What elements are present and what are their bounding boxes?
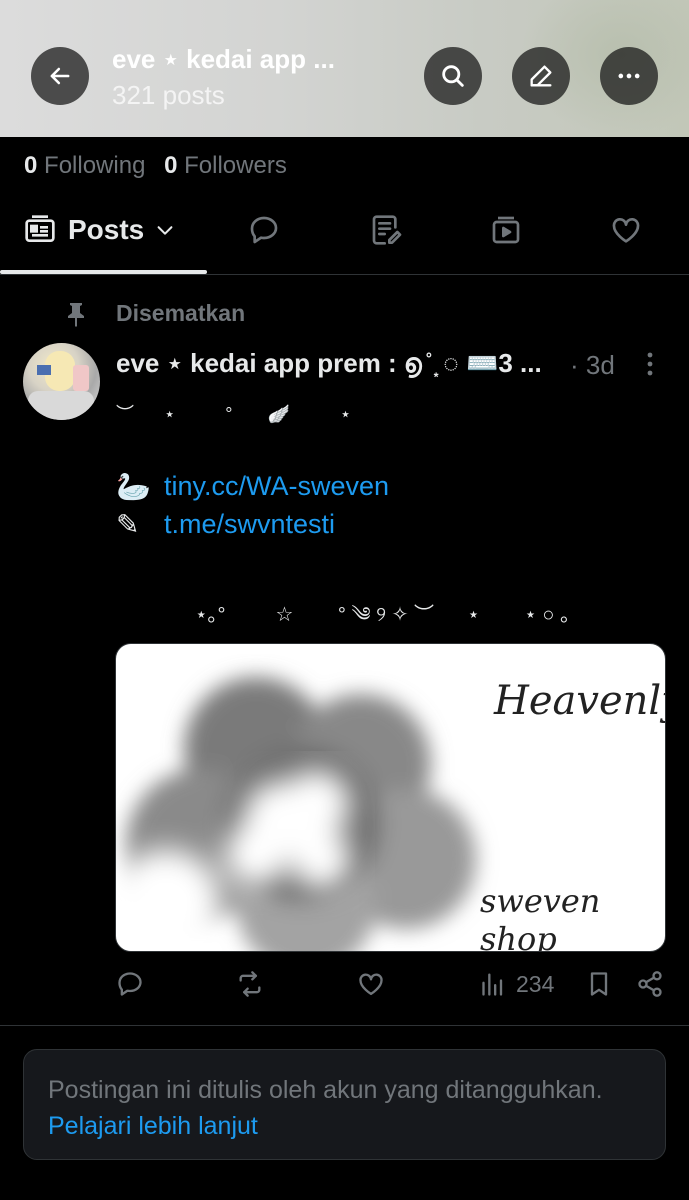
post-link-telegram[interactable]: t.me/swvntesti [164, 509, 335, 540]
header-title: eve ⋆ kedai app ... [112, 44, 335, 74]
learn-more-link[interactable]: Pelajari lebih lanjut [48, 1112, 258, 1140]
arrow-left-icon [50, 67, 70, 85]
post-link-whatsapp[interactable]: tiny.cc/WA-sweven [164, 471, 389, 502]
reply-icon [118, 972, 142, 996]
post-link-telegram-line: ✎ t.me/swvntesti [116, 508, 335, 541]
profile-tabs: Posts [0, 195, 689, 275]
tab-media[interactable] [490, 210, 522, 250]
share-button[interactable] [636, 970, 664, 998]
like-button[interactable] [357, 970, 385, 998]
reply-button[interactable] [116, 970, 144, 998]
views-button[interactable]: 234 [480, 970, 554, 998]
post-timestamp[interactable]: · 3d [570, 350, 615, 381]
post-image[interactable]: Heavenly sweven shop [115, 643, 666, 952]
bar-chart-icon [482, 973, 503, 996]
ellipsis-icon [618, 73, 640, 79]
bookmark-button[interactable] [585, 970, 613, 998]
header-post-count: 321 posts [112, 80, 225, 110]
back-button[interactable] [31, 47, 89, 105]
post-author-name[interactable]: eve ⋆ kedai app prem : ൭ ̊ ͙ ◌ ⌨️3 ... [116, 348, 542, 380]
post-link-whatsapp-line: 🦢 tiny.cc/WA-sweven [116, 470, 389, 503]
article-edit-icon [372, 215, 402, 245]
notice-text: Postingan ini ditulis oleh akun yang dit… [48, 1076, 603, 1104]
more-options-button[interactable] [600, 47, 658, 105]
search-button[interactable] [424, 47, 482, 105]
pinned-label: Disematkan [116, 300, 246, 326]
posts-feed-icon [25, 215, 55, 242]
speech-bubble-icon [250, 216, 278, 244]
tab-replies[interactable] [248, 210, 280, 250]
pinned-indicator: Disematkan [64, 300, 245, 327]
profile-banner [0, 0, 689, 137]
suspended-account-notice: Postingan ini ditulis oleh akun yang dit… [23, 1049, 666, 1160]
chevron-down-icon [157, 226, 173, 235]
avatar[interactable] [23, 343, 100, 420]
post-decoration-line-2: ⋆｡° ☆ ° ༄ ୨ ✧ ︶ ⋆ ⋆ ○ 。 [195, 604, 580, 626]
heart-icon [359, 973, 383, 996]
search-icon [442, 65, 464, 87]
pencil-emoji: ✎ [116, 509, 140, 540]
tab-articles[interactable] [370, 210, 402, 250]
pencil-icon [530, 65, 552, 87]
image-caption-shop: sweven shop [480, 882, 601, 952]
share-icon [638, 971, 662, 997]
repost-icon [239, 971, 261, 997]
repost-button[interactable] [236, 970, 264, 998]
edit-button[interactable] [512, 47, 570, 105]
tab-posts[interactable]: Posts [24, 210, 176, 250]
active-tab-indicator [0, 270, 207, 274]
pin-icon [68, 302, 84, 327]
bookmark-icon [590, 972, 608, 996]
tab-posts-label: Posts [68, 214, 145, 245]
post-decoration-line: ︶ ⋆ ° 🪽 ⋆ [116, 404, 352, 424]
post-actions: 234 [0, 970, 689, 1010]
heart-icon [612, 218, 640, 243]
tab-likes[interactable] [610, 210, 642, 250]
post-divider [0, 1025, 689, 1026]
followers-link[interactable]: 0 Followers [164, 152, 287, 179]
video-icon [492, 216, 520, 244]
following-link[interactable]: 0 Following [24, 152, 145, 179]
swan-emoji: 🦢 [116, 471, 151, 502]
post-more-icon[interactable] [640, 350, 660, 378]
follow-stats: 0 Following 0 Followers [24, 152, 287, 180]
image-caption-heavenly: Heavenly [494, 678, 666, 724]
views-count: 234 [516, 970, 555, 997]
